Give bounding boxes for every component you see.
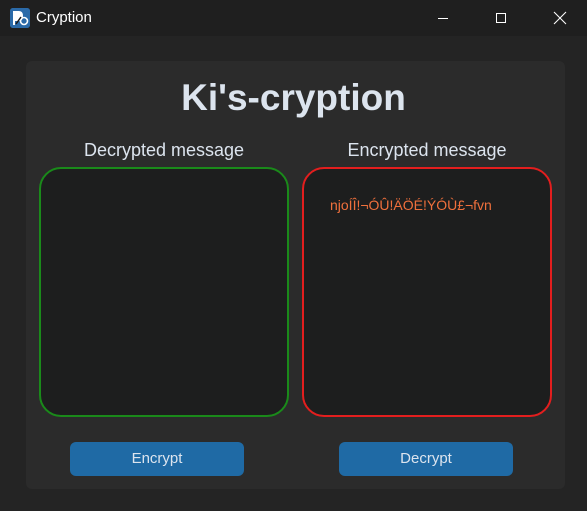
window-title: Cryption [36, 9, 92, 26]
encrypt-button[interactable]: Encrypt [70, 442, 244, 476]
encrypted-message-text: njoÍÎ!¬ÓÛ!ÄÖÉ!ÝÓÙ£¬fvn [330, 197, 492, 213]
close-button[interactable] [537, 0, 583, 36]
decrypt-button[interactable]: Decrypt [339, 442, 513, 476]
page-title: Ki's-cryption [181, 77, 406, 118]
close-icon [553, 11, 567, 25]
app-logo-icon [10, 8, 30, 28]
maximize-button[interactable] [478, 0, 524, 36]
title-bar: Cryption [0, 0, 587, 36]
decrypted-message-textbox[interactable] [39, 167, 289, 417]
minimize-icon [438, 18, 448, 19]
maximize-icon [496, 13, 506, 23]
app-window: Cryption Ki's-cryption Decrypted message… [0, 0, 587, 511]
decrypted-message-label: Decrypted message [83, 140, 245, 160]
encrypted-message-textbox[interactable]: njoÍÎ!¬ÓÛ!ÄÖÉ!ÝÓÙ£¬fvn [302, 167, 552, 417]
minimize-button[interactable] [420, 0, 466, 36]
encrypted-message-label: Encrypted message [347, 140, 507, 160]
